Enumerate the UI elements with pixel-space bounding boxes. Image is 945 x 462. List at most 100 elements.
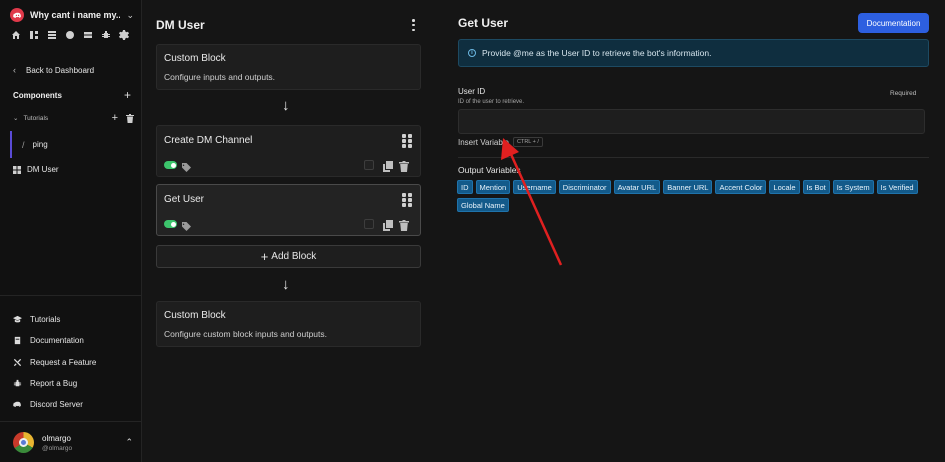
block-toolbar — [164, 159, 414, 173]
components-label: Components — [13, 91, 62, 100]
select-checkbox[interactable] — [364, 219, 374, 229]
block-create-dm-channel[interactable]: Create DM Channel — [156, 125, 421, 177]
link-label: Report a Bug — [30, 379, 78, 389]
link-label: Tutorials — [30, 315, 61, 325]
custom-block-outputs[interactable]: Custom Block Configure custom block inpu… — [156, 301, 421, 347]
bug-icon[interactable] — [100, 29, 111, 40]
tag-icon[interactable] — [182, 218, 191, 236]
panel-title: Get User — [458, 16, 509, 30]
discord-icon — [10, 8, 24, 22]
components-header: Components + — [13, 89, 131, 101]
info-icon: i — [468, 49, 476, 57]
globe-icon[interactable] — [64, 29, 75, 40]
tag-icon[interactable] — [182, 159, 191, 177]
user-menu[interactable]: olmargo @olmargo ⌃ — [13, 432, 133, 453]
more-options-icon[interactable] — [411, 19, 416, 31]
tutorials-folder-label: Tutorials — [23, 114, 49, 122]
required-badge: Required — [890, 90, 917, 97]
trash-icon[interactable] — [126, 114, 134, 123]
block-get-user[interactable]: Get User — [156, 184, 421, 236]
info-banner: i Provide @me as the User ID to retrieve… — [458, 39, 929, 67]
output-variable-chip[interactable]: Is Verified — [876, 180, 918, 194]
request-feature-link[interactable]: Request a Feature — [13, 352, 96, 373]
output-variables-list: ID Mention Username Discriminator Avatar… — [457, 180, 929, 212]
output-variable-chip[interactable]: Avatar URL — [613, 180, 661, 194]
output-variable-chip[interactable]: ID — [457, 180, 473, 194]
output-variable-chip[interactable]: Locale — [769, 180, 800, 194]
list-icon[interactable] — [46, 29, 57, 40]
output-variable-chip[interactable]: Is System — [832, 180, 874, 194]
slash-command-icon: / — [22, 139, 25, 150]
report-bug-link[interactable]: Report a Bug — [13, 373, 96, 394]
sidebar-item-dm-user[interactable]: DM User — [13, 165, 59, 174]
drag-handle-icon[interactable] — [402, 193, 412, 207]
trash-icon[interactable] — [399, 159, 409, 177]
block-title: Custom Block — [164, 53, 226, 64]
divider — [0, 295, 141, 296]
insert-variable-label: Insert Variable — [458, 137, 509, 147]
block-title: Custom Block — [164, 310, 226, 321]
output-variable-chip[interactable]: Is Bot — [802, 180, 830, 194]
output-variable-chip[interactable]: Accent Color — [715, 180, 767, 194]
tools-icon — [13, 358, 22, 366]
dm-user-label: DM User — [27, 165, 59, 174]
documentation-button[interactable]: Documentation — [858, 13, 929, 33]
documentation-link[interactable]: Documentation — [13, 330, 96, 351]
ping-label: ping — [32, 140, 48, 149]
gear-icon[interactable] — [118, 29, 129, 40]
output-variable-chip[interactable]: Mention — [475, 180, 511, 194]
grid-icon — [13, 165, 21, 174]
discord-server-link[interactable]: Discord Server — [13, 394, 96, 415]
trash-icon[interactable] — [399, 218, 409, 236]
copy-icon[interactable] — [383, 159, 393, 177]
chevron-up-icon: ⌃ — [125, 437, 133, 447]
server-selector[interactable]: Why cant i name my... ⌄ — [10, 6, 134, 24]
user-id-input[interactable] — [458, 109, 925, 134]
sidebar: Why cant i name my... ⌄ ‹ Back to Dashbo… — [0, 0, 142, 462]
back-to-dashboard-link[interactable]: ‹ Back to Dashboard — [13, 65, 94, 75]
add-block-label: Add Block — [271, 251, 317, 262]
link-label: Request a Feature — [30, 357, 97, 367]
divider — [0, 421, 141, 422]
discord-icon — [13, 402, 21, 408]
block-description: Configure custom block inputs and output… — [164, 329, 328, 339]
user-id-hint: ID of the user to retrieve. — [458, 99, 525, 105]
shortcut-hint: CTRL + / — [513, 137, 543, 147]
add-block-button[interactable]: + Add Block — [156, 245, 421, 268]
chevron-down-icon: ⌄ — [126, 9, 134, 20]
user-id-label: User ID — [458, 87, 486, 96]
add-to-folder-icon[interactable]: + — [112, 113, 118, 124]
copy-icon[interactable] — [383, 218, 393, 236]
chevron-down-icon: ⌄ — [13, 115, 19, 122]
commands-icon[interactable] — [28, 29, 39, 40]
drag-handle-icon[interactable] — [402, 134, 412, 148]
block-title: Get User — [164, 194, 205, 205]
home-icon[interactable] — [10, 29, 21, 40]
sidebar-item-ping[interactable]: / ping — [10, 131, 130, 158]
block-toolbar — [164, 218, 414, 232]
enable-toggle[interactable] — [164, 220, 177, 228]
output-variable-chip[interactable]: Discriminator — [558, 180, 611, 194]
book-icon — [14, 337, 21, 345]
block-description: Configure inputs and outputs. — [164, 72, 276, 82]
nav-icon-row — [10, 29, 129, 40]
enable-toggle[interactable] — [164, 161, 177, 169]
insert-variable-button[interactable]: Insert Variable CTRL + / — [458, 137, 543, 147]
custom-block-inputs[interactable]: Custom Block Configure inputs and output… — [156, 44, 421, 90]
link-label: Documentation — [30, 336, 84, 346]
tutorials-link[interactable]: Tutorials — [13, 309, 96, 330]
select-checkbox[interactable] — [364, 160, 374, 170]
bug-icon — [13, 379, 22, 387]
output-variable-chip[interactable]: Global Name — [457, 198, 509, 212]
user-name: olmargo — [42, 433, 71, 443]
footer-links: Tutorials Documentation Request a Featur… — [13, 309, 96, 415]
chevron-left-icon: ‹ — [13, 65, 16, 75]
tutorials-folder[interactable]: ⌄ Tutorials + — [13, 113, 134, 124]
plus-icon: + — [260, 248, 269, 264]
user-handle: @olmargo — [42, 444, 73, 452]
block-title: Create DM Channel — [164, 135, 253, 146]
output-variable-chip[interactable]: Username — [513, 180, 556, 194]
output-variable-chip[interactable]: Banner URL — [663, 180, 713, 194]
storage-icon[interactable] — [82, 29, 93, 40]
add-component-icon[interactable]: + — [124, 89, 131, 101]
